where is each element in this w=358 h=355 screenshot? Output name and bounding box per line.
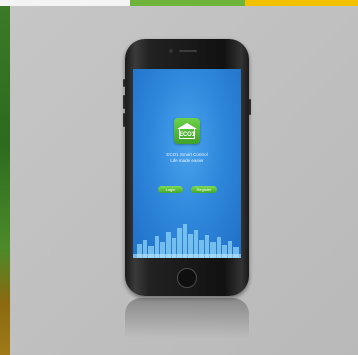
app-screen: ECO1 ECO1 Smart Control Life made easier… xyxy=(133,69,241,258)
volume-down-button xyxy=(123,113,125,127)
phone-reflection xyxy=(125,298,249,338)
home-button xyxy=(177,268,197,288)
front-camera xyxy=(169,49,173,53)
logo-text: ECO1 xyxy=(179,132,195,138)
tagline-subtitle: Life made easier xyxy=(170,158,204,163)
city-skyline-graphic xyxy=(133,224,241,258)
login-button[interactable]: Login xyxy=(158,186,183,193)
eco1-house-logo-icon: ECO1 xyxy=(174,118,200,144)
mute-switch xyxy=(123,79,125,87)
tagline-title: ECO1 Smart Control xyxy=(166,152,208,157)
register-button[interactable]: Register xyxy=(191,186,217,193)
earpiece-speaker xyxy=(179,50,197,52)
power-button xyxy=(249,99,251,115)
backdrop-green-strip xyxy=(0,0,10,355)
smartphone-mockup: ECO1 ECO1 Smart Control Life made easier… xyxy=(123,39,251,296)
volume-up-button xyxy=(123,95,125,109)
